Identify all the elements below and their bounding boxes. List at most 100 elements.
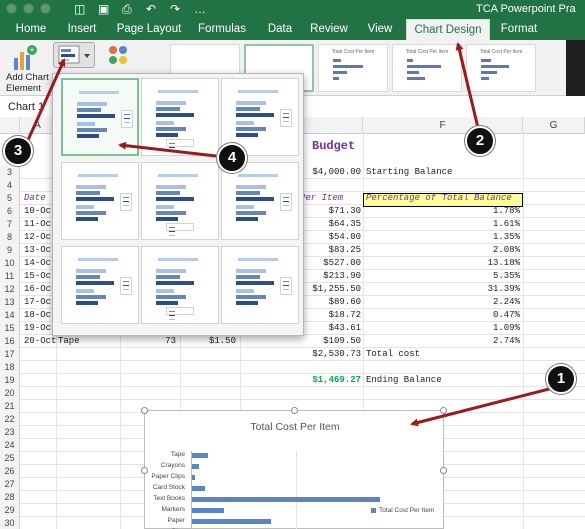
row-number[interactable]: 13 [0,296,20,309]
chart-bar[interactable] [192,486,206,491]
row-number[interactable]: 8 [0,231,20,244]
embedded-chart[interactable]: Total Cost Per Item Tape Crayons Paper Cli… [141,407,447,529]
percentage-cell[interactable]: 2.08% [363,244,520,257]
row-number[interactable]: 3 [0,166,20,179]
row-number[interactable]: 20 [0,387,20,400]
qty-cell[interactable]: 73 [120,335,176,348]
chart-bar[interactable] [192,475,195,480]
tab-chart-design[interactable]: Chart Design [406,19,490,40]
row-number[interactable]: 18 [0,361,20,374]
chart-bar[interactable] [192,519,272,524]
row-number[interactable]: 12 [0,283,20,296]
chart-bar[interactable] [192,453,209,458]
save-icon[interactable]: ▣ [98,2,109,16]
ending-balance-label[interactable]: Ending Balance [366,374,516,387]
ending-balance-value[interactable]: $1,469.27 [240,374,361,387]
chart-bar[interactable] [192,508,225,513]
percentage-cell[interactable]: 2.74% [363,335,520,348]
total-cost-value[interactable]: $2,530.73 [240,348,361,361]
tab-formulas[interactable]: Formulas [193,19,251,40]
chart-bar[interactable] [192,497,381,502]
quick-layout-option-6[interactable] [221,162,299,240]
row-number[interactable]: 23 [0,426,20,439]
row-number[interactable]: 25 [0,452,20,465]
chart-style-5[interactable]: Total Cost Per Item [466,44,536,92]
percentage-cell[interactable]: 31.39% [363,283,520,296]
tab-home[interactable]: Home [10,19,52,40]
column-header-g[interactable]: G [523,117,585,134]
row-number[interactable]: 27 [0,478,20,491]
column-header-a[interactable]: A [20,117,56,134]
select-all-corner[interactable] [0,117,20,134]
quick-layout-option-7[interactable] [61,246,139,324]
tab-page-layout[interactable]: Page Layout [112,19,186,40]
row-number[interactable]: 24 [0,439,20,452]
row-number[interactable]: 9 [0,244,20,257]
row-number[interactable]: 4 [0,179,20,192]
change-colors-button[interactable] [105,44,131,68]
chart-style-4[interactable]: Total Cost Per Item [392,44,462,92]
percentage-cell[interactable]: 5.35% [363,270,520,283]
tab-view[interactable]: View [362,19,398,40]
chart-resize-handle-right[interactable] [440,467,447,474]
percentage-cell[interactable]: 1.09% [363,322,520,335]
undo-icon[interactable]: ↶ [146,2,156,16]
row-number[interactable]: 15 [0,322,20,335]
quick-layout-option-5[interactable] [141,162,219,240]
chart-style-3[interactable]: Total Cost Per Item [318,44,388,92]
row-number[interactable]: 30 [0,517,20,529]
row-number[interactable]: 6 [0,205,20,218]
tab-format[interactable]: Format [495,19,543,40]
chart-resize-handle-top[interactable] [291,407,298,414]
chart-legend[interactable]: Total Cost Per Item [371,507,434,514]
add-chart-element-button[interactable]: + Add Chart Element [4,42,50,94]
more-icon[interactable]: … [194,2,206,16]
quick-layout-button[interactable] [53,42,95,68]
starting-balance-label[interactable]: Starting Balance [366,166,516,179]
row-number[interactable]: 11 [0,270,20,283]
row-number[interactable]: 21 [0,400,20,413]
item-cell[interactable]: Tape [58,335,118,348]
sidebar-icon[interactable]: ◫ [74,2,85,16]
column-header-f[interactable]: F [363,117,523,134]
print-icon[interactable]: ⎙ [122,2,132,16]
row-number[interactable]: 5 [0,192,20,205]
percentage-cell[interactable]: 1.35% [363,231,520,244]
row-number[interactable]: 17 [0,348,20,361]
tab-insert[interactable]: Insert [60,19,104,40]
row-number[interactable]: 10 [0,257,20,270]
tab-data[interactable]: Data [262,19,298,40]
tab-review[interactable]: Review [306,19,352,40]
chart-resize-handle-tr[interactable] [440,407,447,414]
redo-icon[interactable]: ↷ [170,2,180,16]
quick-layout-option-9[interactable] [221,246,299,324]
header-per-item[interactable]: Per Item [300,192,361,205]
quick-layout-option-8[interactable] [141,246,219,324]
quick-layout-option-2[interactable] [141,78,219,156]
header-percentage[interactable]: Percentage of Total Balance [366,192,521,205]
row-number[interactable]: 26 [0,465,20,478]
percentage-cell[interactable]: 0.47% [363,309,520,322]
row-number[interactable]: 14 [0,309,20,322]
name-box[interactable]: Chart 1 [0,97,60,117]
total-cell[interactable]: $109.50 [240,335,361,348]
minimize-window-button[interactable] [23,3,34,14]
zoom-window-button[interactable] [40,3,51,14]
row-number[interactable]: 28 [0,491,20,504]
row-number[interactable]: 16 [0,335,20,348]
quick-layout-option-4[interactable] [61,162,139,240]
row-number[interactable]: 7 [0,218,20,231]
percentage-cell[interactable]: 1.61% [363,218,520,231]
date-cell[interactable]: 20-Oct [24,335,56,348]
row-number[interactable]: 19 [0,374,20,387]
total-cost-label[interactable]: Total cost [366,348,516,361]
chart-bar[interactable] [192,464,199,469]
percentage-cell[interactable]: 2.24% [363,296,520,309]
row-number[interactable]: 29 [0,504,20,517]
percentage-cell[interactable]: 13.18% [363,257,520,270]
chart-title[interactable]: Total Cost Per Item [145,421,445,433]
price-cell[interactable]: $1.50 [180,335,236,348]
quick-layout-option-1[interactable] [61,78,139,156]
row-number[interactable]: 22 [0,413,20,426]
chart-resize-handle-tl[interactable] [141,407,148,414]
